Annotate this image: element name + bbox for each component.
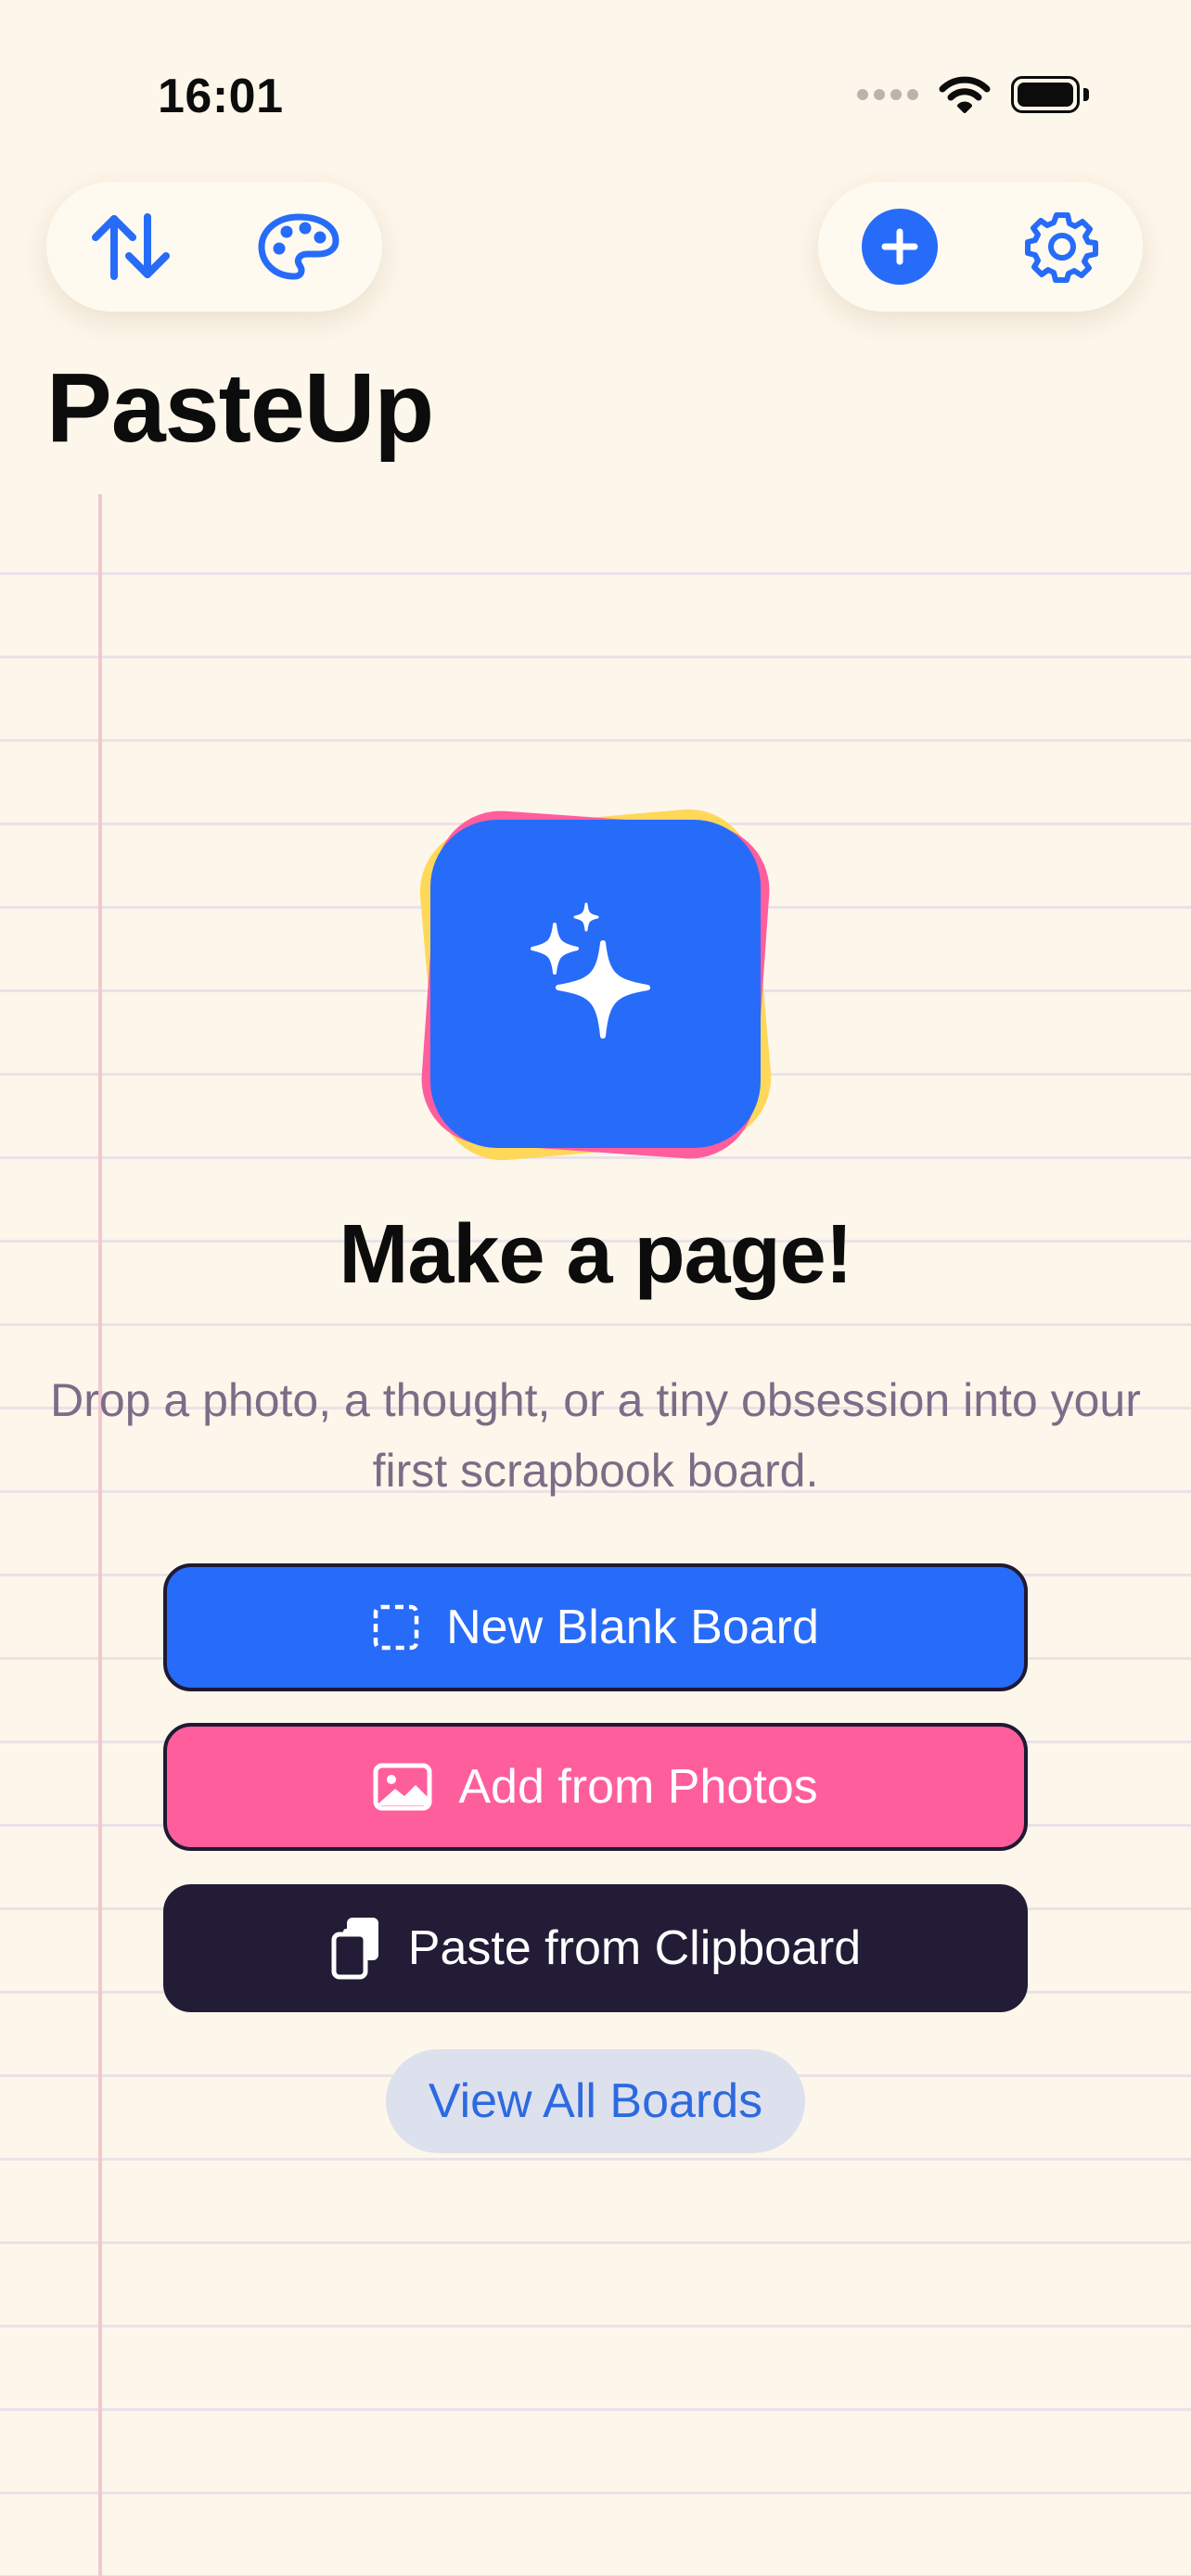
hero-blue-card	[430, 820, 761, 1148]
dashed-square-icon	[372, 1603, 420, 1651]
theme-button[interactable]	[248, 196, 350, 298]
sort-button[interactable]	[80, 196, 182, 298]
add-board-button[interactable]	[849, 196, 951, 298]
status-time: 16:01	[158, 70, 284, 123]
clipboard-paste-icon	[330, 1916, 382, 1981]
paste-from-clipboard-label: Paste from Clipboard	[407, 1921, 862, 1975]
new-blank-board-label: New Blank Board	[446, 1600, 819, 1654]
view-all-boards-button[interactable]: View All Boards	[386, 2049, 805, 2153]
empty-state-subtext: Drop a photo, a thought, or a tiny obses…	[50, 1374, 1141, 1497]
hero-icon-stack	[414, 803, 777, 1167]
notebook-margin-line	[98, 494, 102, 2576]
cellular-signal-icon	[857, 89, 918, 100]
notebook-ruled-lines	[0, 491, 1191, 2576]
sparkles-icon	[531, 902, 650, 1039]
arrow-up-down-icon	[91, 213, 170, 280]
wifi-icon	[939, 76, 991, 113]
palette-icon	[258, 213, 339, 280]
settings-button[interactable]	[1011, 196, 1113, 298]
gear-icon	[1024, 212, 1098, 283]
add-from-photos-button[interactable]: Add from Photos	[163, 1723, 1028, 1851]
new-blank-board-button[interactable]: New Blank Board	[163, 1563, 1028, 1691]
status-indicators	[857, 70, 1089, 119]
toolbar-right-group	[818, 182, 1143, 312]
photo-icon	[373, 1763, 432, 1811]
battery-icon	[1011, 76, 1089, 113]
plus-circle-icon	[861, 209, 938, 285]
add-from-photos-label: Add from Photos	[458, 1760, 818, 1814]
app-title: PasteUp	[46, 353, 434, 463]
paste-from-clipboard-button[interactable]: Paste from Clipboard	[163, 1884, 1028, 2012]
toolbar-left-group	[46, 182, 382, 312]
empty-state-headline: Make a page!	[339, 1208, 852, 1301]
